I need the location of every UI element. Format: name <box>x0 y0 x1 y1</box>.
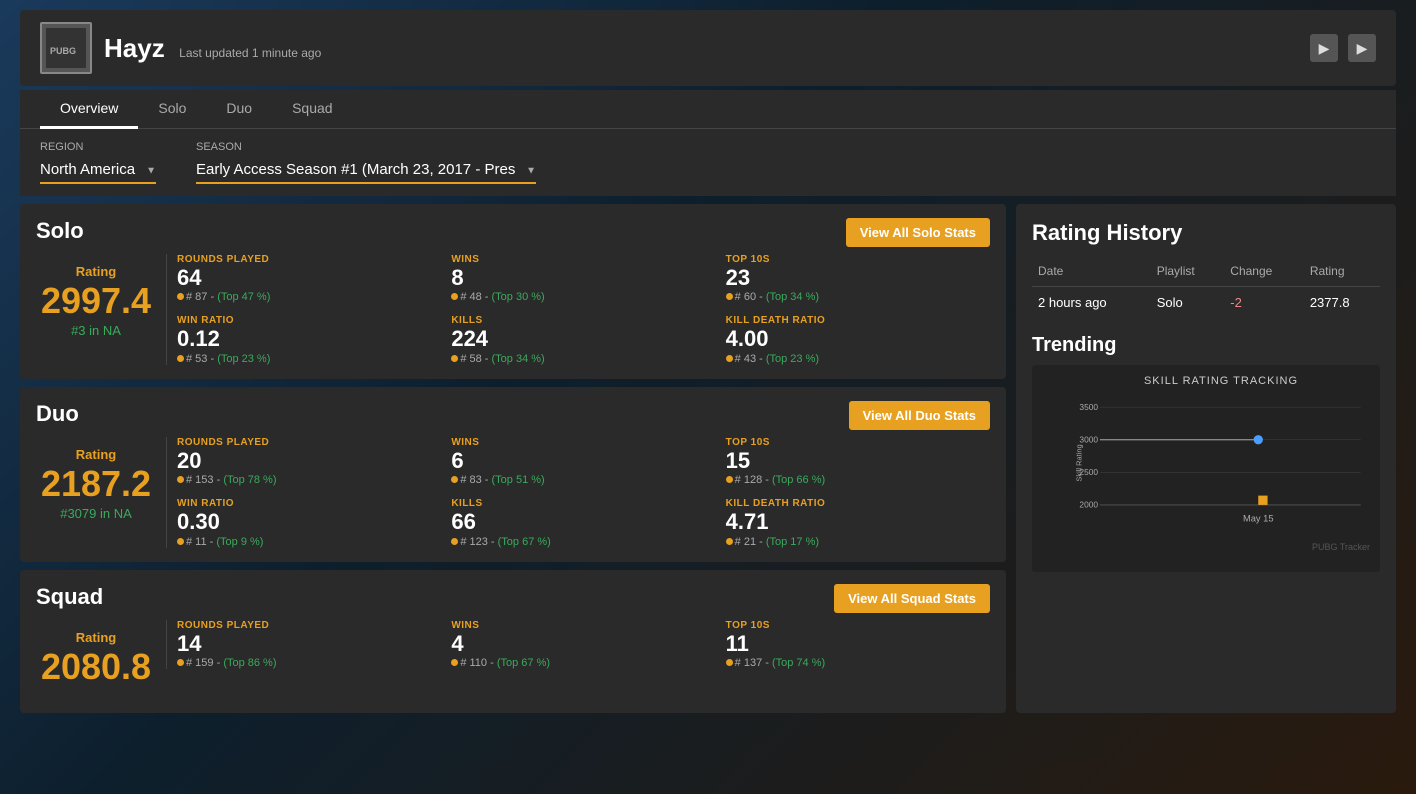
filter-bar: Region North America Europe Asia ▼ Seaso… <box>20 129 1396 196</box>
region-select[interactable]: North America Europe Asia <box>40 157 156 184</box>
svg-text:3000: 3000 <box>1079 435 1098 445</box>
header-info: Hayz Last updated 1 minute ago <box>104 33 321 64</box>
season-select[interactable]: Early Access Season #1 (March 23, 2017 -… <box>196 157 536 184</box>
stat-cell: TOP 10S 23 # 60 - (Top 34 %) <box>726 254 990 303</box>
svg-text:2000: 2000 <box>1079 500 1098 510</box>
solo-stats-grid: ROUNDS PLAYED 64 # 87 - (Top 47 %) WINS … <box>166 254 990 365</box>
right-panel: Rating History Date Playlist Change Rati… <box>1016 204 1396 713</box>
solo-inner: Rating 2997.4 #3 in NA ROUNDS PLAYED 64 … <box>36 254 990 365</box>
tab-solo[interactable]: Solo <box>138 90 206 129</box>
tab-overview[interactable]: Overview <box>40 90 138 129</box>
tab-squad[interactable]: Squad <box>272 90 352 129</box>
rating-history-table: Date Playlist Change Rating 2 hours ago … <box>1032 260 1380 318</box>
region-label: Region <box>40 141 156 153</box>
solo-rating-rank: #3 in NA <box>71 323 121 338</box>
trending-title: Trending <box>1032 334 1380 357</box>
left-panel: Solo View All Solo Stats Rating 2997.4 #… <box>20 204 1006 713</box>
username: Hayz <box>104 33 165 63</box>
squad-inner: Rating 2080.8 ROUNDS PLAYED 14 # 159 - (… <box>36 620 990 699</box>
season-filter: Season Early Access Season #1 (March 23,… <box>196 141 536 184</box>
avatar: PUBG <box>40 22 92 74</box>
duo-inner: Rating 2187.2 #3079 in NA ROUNDS PLAYED … <box>36 437 990 548</box>
squad-rating-block: Rating 2080.8 <box>36 620 166 699</box>
last-updated: Last updated 1 minute ago <box>179 46 321 60</box>
nav-tabs: Overview Solo Duo Squad <box>20 90 1396 129</box>
skill-rating-chart: Skill Rating 3500 3000 2500 2000 <box>1072 393 1370 533</box>
duo-rating-label: Rating <box>76 447 116 462</box>
chart-attribution: PUBG Tracker <box>1072 542 1370 552</box>
rating-history-title: Rating History <box>1032 220 1380 246</box>
duo-section: Duo View All Duo Stats Rating 2187.2 #30… <box>20 387 1006 562</box>
svg-text:PUBG: PUBG <box>50 46 76 56</box>
stat-cell: KILL DEATH RATIO 4.71 # 21 - (Top 17 %) <box>726 498 990 547</box>
squad-rating-value: 2080.8 <box>41 649 151 685</box>
main-layout: Solo View All Solo Stats Rating 2997.4 #… <box>20 204 1396 713</box>
twitch-icon-2[interactable]: ▶ <box>1348 34 1376 62</box>
view-all-solo-button[interactable]: View All Solo Stats <box>846 218 990 247</box>
rating-history-row: 2 hours ago Solo -2 2377.8 <box>1032 287 1380 319</box>
solo-rating-value: 2997.4 <box>41 283 151 319</box>
stat-cell: KILLS 224 # 58 - (Top 34 %) <box>451 315 715 364</box>
col-change: Change <box>1224 260 1304 287</box>
svg-text:May 15: May 15 <box>1243 514 1274 524</box>
duo-rating-rank: #3079 in NA <box>60 506 132 521</box>
chart-title: SKILL RATING TRACKING <box>1072 375 1370 387</box>
squad-rating-label: Rating <box>76 630 116 645</box>
season-label: Season <box>196 141 536 153</box>
stat-cell: WINS 6 # 83 - (Top 51 %) <box>451 437 715 486</box>
header-icons: ▶ ▶ <box>1310 34 1376 62</box>
squad-stats-grid: ROUNDS PLAYED 14 # 159 - (Top 86 %) WINS… <box>166 620 990 669</box>
view-all-duo-button[interactable]: View All Duo Stats <box>849 401 990 430</box>
solo-rating-block: Rating 2997.4 #3 in NA <box>36 254 166 348</box>
header-bar: PUBG Hayz Last updated 1 minute ago ▶ ▶ <box>20 10 1396 86</box>
solo-section: Solo View All Solo Stats Rating 2997.4 #… <box>20 204 1006 379</box>
stat-cell: ROUNDS PLAYED 64 # 87 - (Top 47 %) <box>177 254 441 303</box>
stat-cell: WIN RATIO 0.12 # 53 - (Top 23 %) <box>177 315 441 364</box>
chart-area: SKILL RATING TRACKING Skill Rating 3500 … <box>1032 365 1380 572</box>
stat-cell: TOP 10S 15 # 128 - (Top 66 %) <box>726 437 990 486</box>
stat-cell: WINS 4 # 110 - (Top 67 %) <box>451 620 715 669</box>
stat-cell: WIN RATIO 0.30 # 11 - (Top 9 %) <box>177 498 441 547</box>
duo-rating-value: 2187.2 <box>41 466 151 502</box>
duo-title: Duo <box>36 401 990 427</box>
season-select-wrapper: Early Access Season #1 (March 23, 2017 -… <box>196 157 536 184</box>
stat-cell: ROUNDS PLAYED 14 # 159 - (Top 86 %) <box>177 620 441 669</box>
stat-cell: KILL DEATH RATIO 4.00 # 43 - (Top 23 %) <box>726 315 990 364</box>
stat-cell: TOP 10S 11 # 137 - (Top 74 %) <box>726 620 990 669</box>
region-filter: Region North America Europe Asia ▼ <box>40 141 156 184</box>
col-date: Date <box>1032 260 1151 287</box>
duo-rating-block: Rating 2187.2 #3079 in NA <box>36 437 166 531</box>
header-left: PUBG Hayz Last updated 1 minute ago <box>40 22 321 74</box>
twitch-icon-1[interactable]: ▶ <box>1310 34 1338 62</box>
svg-text:3500: 3500 <box>1079 402 1098 412</box>
svg-text:2500: 2500 <box>1079 467 1098 477</box>
view-all-squad-button[interactable]: View All Squad Stats <box>834 584 990 613</box>
stat-cell: KILLS 66 # 123 - (Top 67 %) <box>451 498 715 547</box>
solo-rating-label: Rating <box>76 264 116 279</box>
duo-stats-grid: ROUNDS PLAYED 20 # 153 - (Top 78 %) WINS… <box>166 437 990 548</box>
tab-duo[interactable]: Duo <box>206 90 272 129</box>
region-select-wrapper: North America Europe Asia ▼ <box>40 157 156 184</box>
col-rating: Rating <box>1304 260 1380 287</box>
stat-cell: ROUNDS PLAYED 20 # 153 - (Top 78 %) <box>177 437 441 486</box>
squad-section: Squad View All Squad Stats Rating 2080.8… <box>20 570 1006 713</box>
stat-cell: WINS 8 # 48 - (Top 30 %) <box>451 254 715 303</box>
col-playlist: Playlist <box>1151 260 1225 287</box>
